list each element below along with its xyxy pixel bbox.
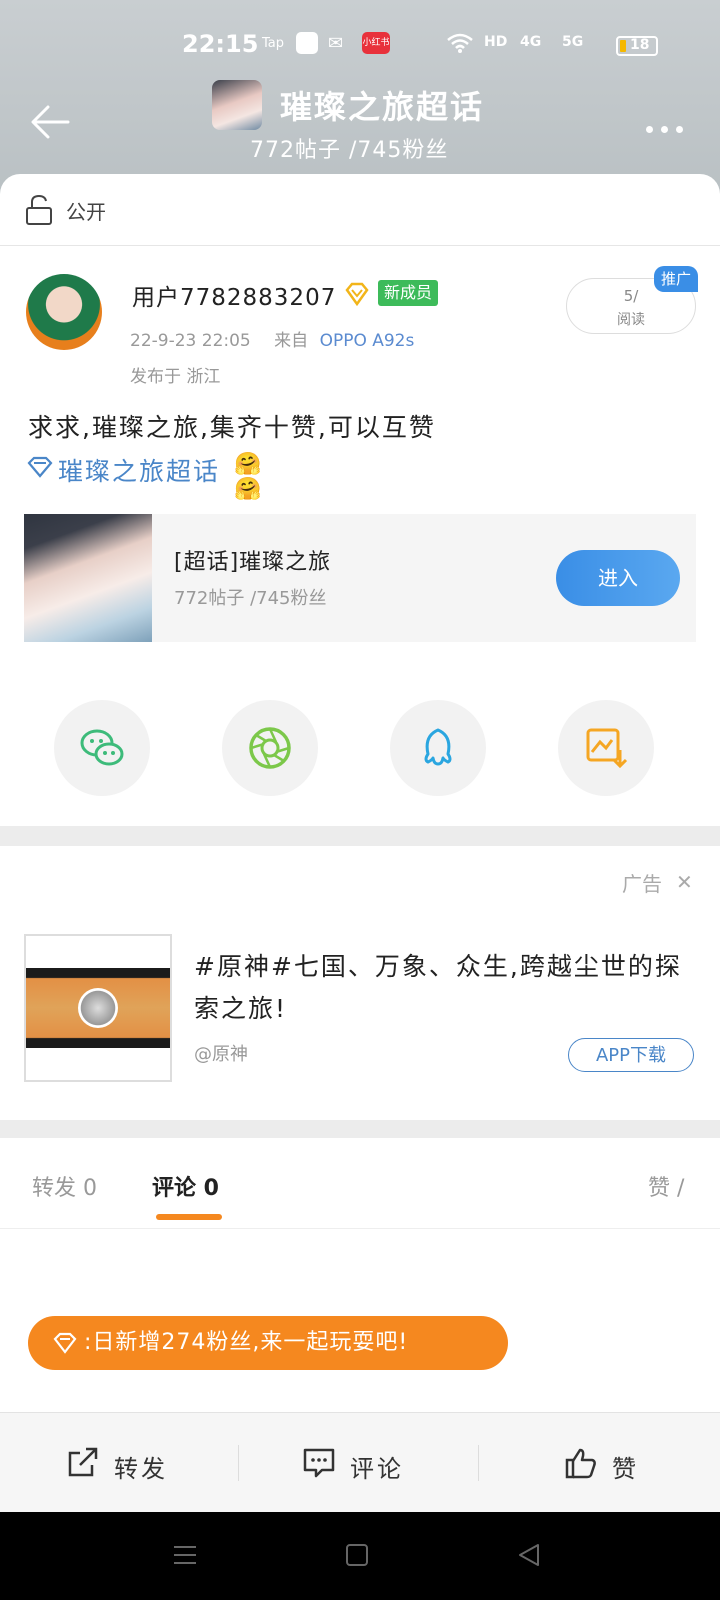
visibility-label: 公开 xyxy=(66,200,106,224)
comment-label: 评论 xyxy=(350,1455,404,1483)
post-source-prefix: 来自 xyxy=(274,331,309,351)
comment-icon xyxy=(303,1448,335,1478)
ad-text[interactable]: #原神#七国、万象、众生,跨越尘世的探索之旅! xyxy=(194,946,684,1030)
forward-icon xyxy=(68,1447,98,1477)
fans-toast[interactable]: :日新增274粉丝,来一起玩耍吧! xyxy=(28,1316,508,1370)
diamond-icon xyxy=(53,1332,77,1354)
home-icon[interactable] xyxy=(344,1542,370,1568)
save-image-button[interactable] xyxy=(558,700,654,796)
tab-likes[interactable]: 赞 / xyxy=(648,1170,684,1202)
share-moments-button[interactable] xyxy=(222,700,318,796)
post-meta: 22-9-23 22:05 来自 OPPO A92s xyxy=(130,326,414,351)
section-divider xyxy=(0,826,720,846)
post-text: 求求,璀璨之旅,集齐十赞,可以互赞 xyxy=(28,413,436,442)
post-device: OPPO A92s xyxy=(319,331,415,351)
topic-avatar[interactable] xyxy=(212,80,262,130)
bottom-action-bar: 转发 评论 赞 xyxy=(0,1412,720,1512)
page-subtitle: 772帖子 /745粉丝 xyxy=(250,138,449,163)
menu-icon[interactable] xyxy=(172,1542,198,1568)
ad-image[interactable] xyxy=(24,934,172,1082)
toast-text: :日新增274粉丝,来一起玩耍吧! xyxy=(84,1330,409,1355)
section-divider xyxy=(0,1120,720,1138)
page-title: 璀璨之旅超话 xyxy=(280,88,485,126)
tap-app-icon: Tap xyxy=(262,36,285,51)
more-menu-icon[interactable] xyxy=(646,118,692,133)
hug-emoji-icon: 🤗🤗 xyxy=(234,452,262,502)
enter-topic-button[interactable]: 进入 xyxy=(556,550,680,606)
read-label: 阅读 xyxy=(617,312,645,328)
moments-icon xyxy=(249,727,291,769)
wechat-notification-icon: ✉ xyxy=(328,33,344,54)
hd-indicator: HD xyxy=(484,34,508,50)
action-divider xyxy=(238,1445,239,1481)
app-download-button[interactable]: APP下载 xyxy=(568,1038,694,1072)
post-time: 22-9-23 22:05 xyxy=(130,331,251,351)
topic-card-stats: 772帖子 /745粉丝 xyxy=(174,588,327,609)
battery-icon: 18 xyxy=(616,36,658,56)
app-notification-icon xyxy=(296,32,318,54)
topic-card[interactable]: [超话]璀璨之旅 772帖子 /745粉丝 进入 xyxy=(24,514,696,642)
share-qq-button[interactable] xyxy=(390,700,486,796)
status-time: 22:15 xyxy=(182,30,259,58)
new-member-badge: 新成员 xyxy=(378,280,439,306)
user-avatar[interactable] xyxy=(26,274,102,350)
promo-badge[interactable]: 推广 xyxy=(654,266,698,292)
back-arrow-icon[interactable] xyxy=(28,102,72,142)
5g-signal: 5G xyxy=(562,34,584,50)
like-button[interactable]: 赞 xyxy=(480,1413,720,1513)
wifi-icon xyxy=(447,33,473,53)
post-detail: 公开 用户7782883207 新成员 22-9-23 22:05 来自 OPP… xyxy=(0,174,720,1514)
active-tab-indicator xyxy=(156,1214,222,1220)
comment-button[interactable]: 评论 xyxy=(240,1413,476,1513)
diamond-badge-icon xyxy=(345,282,369,306)
4g-signal: 4G xyxy=(520,34,542,50)
topic-name[interactable]: 璀璨之旅超话 xyxy=(58,452,220,488)
wechat-icon xyxy=(80,729,124,766)
tab-divider xyxy=(0,1228,720,1229)
action-divider xyxy=(478,1445,479,1481)
xiaohongshu-icon: 小红书 xyxy=(362,32,390,54)
topic-diamond-icon xyxy=(27,456,53,478)
back-nav-icon[interactable] xyxy=(516,1542,542,1568)
forward-button[interactable]: 转发 xyxy=(0,1413,236,1513)
tab-forwards[interactable]: 转发 0 xyxy=(32,1170,97,1202)
unlock-icon xyxy=(26,194,52,225)
thumbs-up-icon xyxy=(565,1448,596,1479)
header: 22:15 Tap ✉ 小红书 HD 4G 5G 18 璀璨之旅超话 772帖子… xyxy=(0,0,720,200)
system-nav-bar xyxy=(0,1512,720,1600)
tab-comments[interactable]: 评论 0 xyxy=(152,1170,219,1202)
share-wechat-button[interactable] xyxy=(54,700,150,796)
visibility-row: 公开 xyxy=(0,174,720,246)
topic-card-thumbnail xyxy=(24,514,152,642)
username[interactable]: 用户7782883207 xyxy=(132,278,336,312)
forward-label: 转发 xyxy=(114,1455,168,1483)
save-image-icon xyxy=(586,728,628,769)
qq-icon xyxy=(424,728,452,766)
ad-label: 广告 xyxy=(622,872,662,896)
close-ad-icon[interactable]: ✕ xyxy=(676,870,693,894)
ad-source: @原神 xyxy=(194,1044,248,1065)
post-location: 发布于 浙江 xyxy=(130,367,221,387)
topic-card-title: [超话]璀璨之旅 xyxy=(174,550,332,575)
like-label: 赞 xyxy=(612,1455,639,1483)
status-bar: 22:15 Tap ✉ 小红书 HD 4G 5G 18 xyxy=(0,28,720,62)
